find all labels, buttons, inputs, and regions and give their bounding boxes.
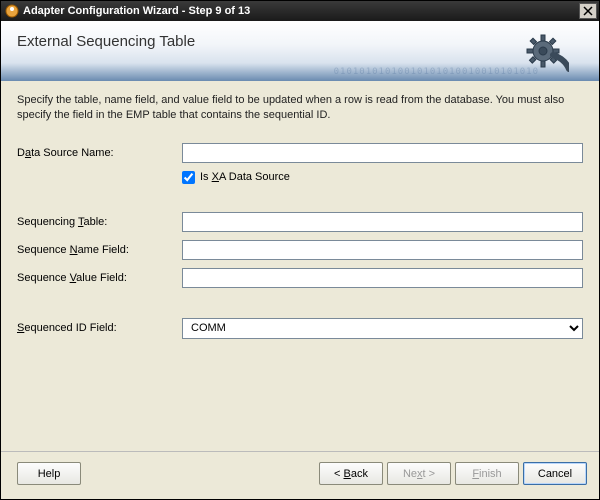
row-sequencing-table: Sequencing Table: xyxy=(17,212,583,232)
row-data-source-name: Data Source Name: xyxy=(17,143,583,163)
window-title: Adapter Configuration Wizard - Step 9 of… xyxy=(23,5,579,17)
header-banner: External Sequencing Table 01010101010010… xyxy=(1,21,599,81)
row-sequenced-id-field: Sequenced ID Field: COMM xyxy=(17,318,583,339)
is-xa-checkbox[interactable] xyxy=(182,171,195,184)
row-sequence-value-field: Sequence Value Field: xyxy=(17,268,583,288)
cancel-button[interactable]: Cancel xyxy=(523,462,587,485)
close-button[interactable] xyxy=(579,3,597,19)
help-button[interactable]: Help xyxy=(17,462,81,485)
footer: Help < Back Next > Finish Cancel xyxy=(1,451,599,495)
back-button[interactable]: < Back xyxy=(319,462,383,485)
label-sequence-name-field: Sequence Name Field: xyxy=(17,244,182,256)
gear-icon xyxy=(521,29,569,80)
app-icon xyxy=(5,4,19,18)
sequence-value-field-input[interactable] xyxy=(182,268,583,288)
label-sequencing-table: Sequencing Table: xyxy=(17,216,182,228)
sequenced-id-field-select[interactable]: COMM xyxy=(182,318,583,339)
finish-button[interactable]: Finish xyxy=(455,462,519,485)
label-sequence-value-field: Sequence Value Field: xyxy=(17,272,182,284)
next-button[interactable]: Next > xyxy=(387,462,451,485)
row-sequence-name-field: Sequence Name Field: xyxy=(17,240,583,260)
label-is-xa: Is XA Data Source xyxy=(200,171,290,183)
data-source-name-input[interactable] xyxy=(182,143,583,163)
page-title: External Sequencing Table xyxy=(17,33,583,50)
label-sequenced-id-field: Sequenced ID Field: xyxy=(17,322,182,334)
instruction-text: Specify the table, name field, and value… xyxy=(17,93,583,123)
binary-decoration: 01010101010010101010010010101010 xyxy=(334,67,539,77)
titlebar: Adapter Configuration Wizard - Step 9 of… xyxy=(1,1,599,21)
label-data-source-name: Data Source Name: xyxy=(17,147,182,159)
sequencing-table-input[interactable] xyxy=(182,212,583,232)
content-area: Specify the table, name field, and value… xyxy=(1,81,599,451)
row-is-xa: Is XA Data Source xyxy=(182,171,583,184)
sequence-name-field-input[interactable] xyxy=(182,240,583,260)
